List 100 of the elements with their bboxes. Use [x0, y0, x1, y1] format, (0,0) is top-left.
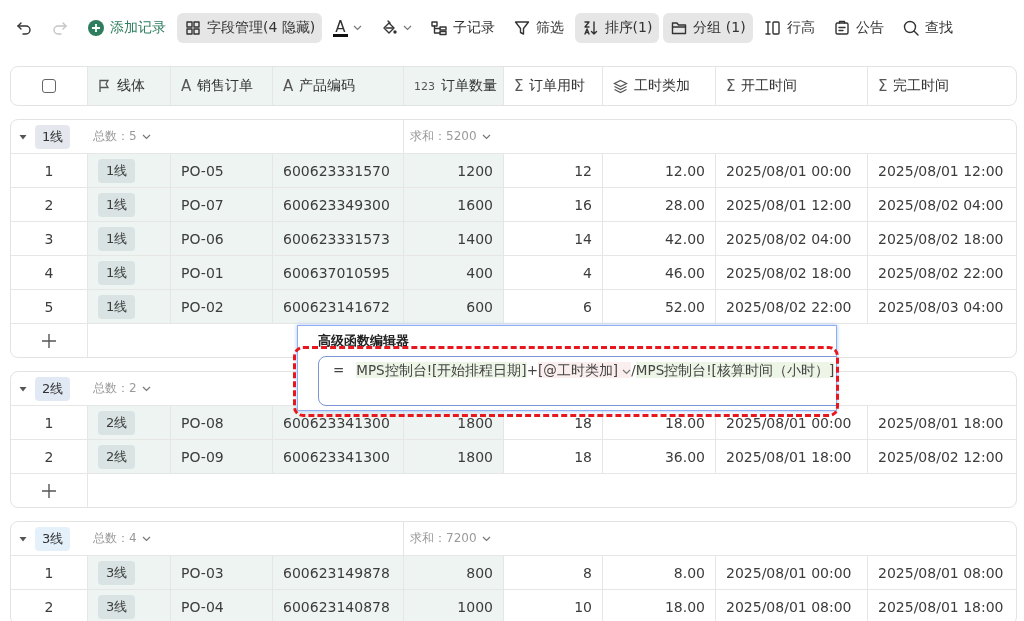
search-icon [901, 19, 920, 37]
sort-button[interactable]: 排序(1) [574, 13, 660, 43]
table-cell: 12.00 [602, 154, 715, 187]
add-row-icon[interactable] [41, 332, 57, 349]
table-cell: PO-01 [170, 256, 272, 289]
line-tag: 3线 [98, 560, 136, 585]
table-cell: 2025/08/02 18:00 [867, 222, 1016, 255]
row-number: 1 [43, 413, 55, 433]
column-header[interactable]: 线体 [87, 67, 170, 105]
table-cell: 1600 [403, 188, 503, 221]
field-type-icon: Σ [726, 77, 736, 95]
table-cell: 600623349300 [272, 188, 403, 221]
table-cell: 600623140878 [272, 590, 403, 621]
add-row-icon[interactable] [41, 482, 57, 499]
table-cell: 1200 [403, 154, 503, 187]
chevron-icon [481, 133, 491, 140]
table-cell: PO-05 [170, 154, 272, 187]
table-cell: 18.00 [602, 590, 715, 621]
table-cell: PO-08 [170, 406, 272, 439]
collapse-triangle-icon[interactable] [19, 132, 27, 141]
table-cell: 46.00 [602, 256, 715, 289]
field-type-icon: Σ [878, 77, 888, 95]
table-cell: 600623331573 [272, 222, 403, 255]
row-number: 1 [43, 563, 55, 583]
table-cell: 2025/08/01 12:00 [715, 188, 867, 221]
flag-icon [98, 79, 111, 93]
clipboard-icon [832, 19, 851, 37]
table-cell: 2025/08/02 12:00 [867, 440, 1016, 473]
table-cell: 8 [503, 556, 602, 589]
row-number: 4 [43, 263, 55, 283]
text-color-button[interactable]: A [326, 13, 369, 43]
row-number: 2 [43, 195, 55, 215]
field-type-icon: 123 [414, 79, 435, 93]
table-cell: 1400 [403, 222, 503, 255]
column-header[interactable]: 工时类加 [602, 67, 715, 105]
filter-icon [512, 19, 531, 37]
table-cell: PO-03 [170, 556, 272, 589]
chevron-icon [141, 133, 151, 140]
table-cell: 16 [503, 188, 602, 221]
column-header[interactable]: Σ 开工时间 [715, 67, 867, 105]
table-cell: 18 [503, 440, 602, 473]
subrecord-button[interactable]: 子记录 [422, 13, 502, 43]
line-tag: 1线 [98, 226, 136, 251]
table-cell: 8.00 [602, 556, 715, 589]
table-cell: 2025/08/02 18:00 [715, 256, 867, 289]
table-cell: PO-02 [170, 290, 272, 323]
line-tag: 1线 [98, 192, 136, 217]
popup-title: 高级函数编辑器 [318, 332, 409, 350]
add-button[interactable]: 添加记录 [80, 13, 173, 43]
column-header[interactable]: A 销售订单 [170, 67, 272, 105]
formula-field[interactable]: = MPS控制台![开始排程日期]+[@工时类加] /MPS控制台![核算时间（小时）] [318, 356, 836, 406]
table-cell: 14 [503, 222, 602, 255]
fields-button[interactable]: 字段管理(4 隐藏) [177, 13, 323, 43]
table-cell: 600623141672 [272, 290, 403, 323]
row-number: 2 [43, 447, 55, 467]
table-cell: 800 [403, 556, 503, 589]
table-cell: 10 [503, 590, 602, 621]
row-height-button[interactable]: 行高 [756, 13, 822, 43]
line-tag: 1线 [98, 158, 136, 183]
table-cell: 2025/08/02 22:00 [715, 290, 867, 323]
caret-icon [402, 25, 412, 31]
chevron-icon [141, 535, 151, 542]
plus-circle-icon [87, 19, 105, 37]
group-tag: 3线 [35, 526, 71, 551]
group-tag: 2线 [35, 376, 71, 401]
table-cell: PO-04 [170, 590, 272, 621]
table-cell: 2025/08/01 18:00 [867, 590, 1016, 621]
field-type-icon: Σ [514, 77, 524, 95]
folder-icon [670, 19, 689, 37]
table-cell: 36.00 [602, 440, 715, 473]
group-tag: 1线 [35, 124, 71, 149]
table-cell: 400 [403, 256, 503, 289]
row-number: 2 [43, 597, 55, 617]
table-cell: 2025/08/01 00:00 [715, 556, 867, 589]
select-all-checkbox[interactable] [42, 79, 56, 93]
group-button[interactable]: 分组 (1) [663, 13, 753, 43]
row-number: 5 [43, 297, 55, 317]
notice-button[interactable]: 公告 [825, 13, 891, 43]
table-cell: 6 [503, 290, 602, 323]
search-button[interactable]: 查找 [894, 13, 960, 43]
table-cell: 28.00 [602, 188, 715, 221]
column-header[interactable]: A 产品编码 [272, 67, 403, 105]
line-tag: 1线 [98, 294, 136, 319]
column-header[interactable]: Σ 订单用时 [503, 67, 602, 105]
collapse-triangle-icon[interactable] [19, 534, 27, 543]
field-type-icon: A [283, 77, 294, 95]
table-cell: 2025/08/01 08:00 [715, 590, 867, 621]
table-cell: PO-09 [170, 440, 272, 473]
line-tag: 2线 [98, 410, 136, 435]
table-cell: 12 [503, 154, 602, 187]
dropdown-caret-icon [622, 369, 632, 375]
table-cell: 600623149878 [272, 556, 403, 589]
filter-button[interactable]: 筛选 [505, 13, 571, 43]
collapse-triangle-icon[interactable] [19, 384, 27, 393]
caret-icon [352, 25, 362, 31]
line-tag: 2线 [98, 444, 136, 469]
table-cell: 2025/08/01 18:00 [715, 440, 867, 473]
column-header[interactable]: 123 订单数量 [403, 67, 503, 105]
layers-icon [613, 78, 628, 94]
column-header[interactable]: Σ 完工时间 [867, 67, 1016, 105]
